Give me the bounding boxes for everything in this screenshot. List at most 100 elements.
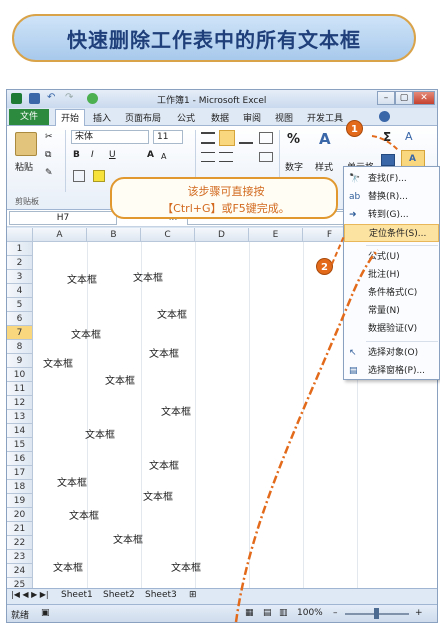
tab-formulas[interactable]: 公式 — [177, 111, 195, 124]
maximize-button[interactable]: ▢ — [395, 91, 413, 105]
number-group-button[interactable]: 数字 — [285, 160, 303, 173]
redo-icon[interactable]: ↷ — [65, 93, 76, 104]
row-header[interactable]: 12 — [7, 396, 33, 410]
menu-item-comments[interactable]: 批注(H) — [344, 266, 439, 284]
text-box[interactable]: 文本框 — [133, 269, 163, 284]
row-header-selected[interactable]: 7 — [7, 326, 33, 340]
menu-item-constants[interactable]: 常量(N) — [344, 302, 439, 320]
refresh-icon[interactable] — [87, 93, 98, 104]
row-header[interactable]: 14 — [7, 424, 33, 438]
tab-review[interactable]: 审阅 — [243, 111, 261, 124]
bold-button[interactable]: B — [73, 150, 80, 160]
text-box[interactable]: 文本框 — [105, 372, 135, 387]
undo-icon[interactable]: ↶ — [47, 93, 58, 104]
view-normal-icon[interactable]: ▦ — [245, 608, 254, 618]
merge-icon[interactable] — [259, 152, 273, 162]
menu-item-data-validation[interactable]: 数据验证(V) — [344, 320, 439, 338]
text-box[interactable]: 文本框 — [143, 488, 173, 503]
sheet-nav-arrows-icon[interactable]: |◀ ◀ ▶ ▶| — [11, 590, 49, 599]
text-box[interactable]: 文本框 — [171, 559, 201, 574]
macro-record-icon[interactable]: ▣ — [41, 608, 50, 618]
text-box[interactable]: 文本框 — [85, 426, 115, 441]
row-header[interactable]: 10 — [7, 368, 33, 382]
text-box[interactable]: 文本框 — [53, 559, 83, 574]
row-header[interactable]: 2 — [7, 256, 33, 270]
column-header-a[interactable]: A — [33, 228, 87, 242]
align-bottom-icon[interactable] — [239, 132, 253, 144]
row-header[interactable]: 22 — [7, 536, 33, 550]
italic-button[interactable]: I — [91, 150, 94, 160]
font-name-select[interactable]: 宋体 — [71, 130, 149, 144]
row-header[interactable]: 11 — [7, 382, 33, 396]
save-icon[interactable] — [29, 93, 40, 104]
text-box[interactable]: 文本框 — [161, 403, 191, 418]
fill-down-icon[interactable] — [381, 154, 395, 166]
align-top-icon[interactable] — [201, 132, 215, 144]
text-box[interactable]: 文本框 — [71, 326, 101, 341]
text-box[interactable]: 文本框 — [149, 457, 179, 472]
wrap-text-icon[interactable] — [259, 132, 273, 144]
column-header-e[interactable]: E — [249, 228, 303, 242]
paste-icon[interactable] — [15, 132, 37, 156]
view-pagebreak-icon[interactable]: ▥ — [279, 608, 288, 618]
align-left-icon[interactable] — [201, 152, 215, 162]
menu-item-formulas[interactable]: 公式(U) — [344, 248, 439, 266]
menu-item-conditional-formatting[interactable]: 条件格式(C) — [344, 284, 439, 302]
row-header[interactable]: 19 — [7, 494, 33, 508]
row-header[interactable]: 4 — [7, 284, 33, 298]
fill-color-icon[interactable] — [93, 170, 105, 182]
menu-item-goto-special[interactable]: 定位条件(S)... — [344, 224, 439, 242]
row-header[interactable]: 1 — [7, 242, 33, 256]
cut-icon[interactable]: ✂ — [45, 132, 53, 142]
select-all-corner[interactable] — [7, 228, 33, 242]
styles-button[interactable]: 样式 — [315, 160, 333, 173]
autosum-icon[interactable]: Σ — [383, 130, 391, 144]
close-button[interactable]: ✕ — [413, 91, 435, 105]
row-header[interactable]: 9 — [7, 354, 33, 368]
text-box[interactable]: 文本框 — [67, 271, 97, 286]
grow-font-button[interactable]: A — [147, 150, 154, 160]
column-header-d[interactable]: D — [195, 228, 249, 242]
text-box[interactable]: 文本框 — [69, 507, 99, 522]
sort-filter-icon[interactable]: A — [405, 130, 413, 143]
row-header[interactable]: 3 — [7, 270, 33, 284]
zoom-level[interactable]: 100% — [297, 608, 323, 618]
tab-file[interactable]: 文件 — [9, 109, 49, 125]
align-middle-icon[interactable] — [219, 130, 235, 146]
underline-button[interactable]: U — [109, 150, 116, 160]
menu-item-goto[interactable]: ➜ 转到(G)... — [344, 206, 439, 224]
paste-button[interactable]: 粘贴 — [15, 160, 33, 173]
row-header[interactable]: 17 — [7, 466, 33, 480]
sheet-tab-2[interactable]: Sheet2 — [103, 590, 135, 600]
row-header[interactable]: 15 — [7, 438, 33, 452]
format-painter-icon[interactable]: ✎ — [45, 168, 53, 178]
row-header[interactable]: 18 — [7, 480, 33, 494]
percent-format-button[interactable]: % — [287, 132, 300, 147]
tab-view[interactable]: 视图 — [275, 111, 293, 124]
text-box[interactable]: 文本框 — [43, 355, 73, 370]
shrink-font-button[interactable]: A — [161, 152, 166, 161]
text-box[interactable]: 文本框 — [149, 345, 179, 360]
copy-icon[interactable]: ⧉ — [45, 150, 51, 160]
row-header[interactable]: 21 — [7, 522, 33, 536]
text-box[interactable]: 文本框 — [113, 531, 143, 546]
styles-icon[interactable]: A — [319, 130, 331, 148]
column-header-c[interactable]: C — [141, 228, 195, 242]
menu-item-replace[interactable]: ab 替换(R)... — [344, 188, 439, 206]
zoom-in-button[interactable]: + — [415, 608, 423, 618]
sheet-tab-3[interactable]: Sheet3 — [145, 590, 177, 600]
tab-data[interactable]: 数据 — [211, 111, 229, 124]
borders-icon[interactable] — [73, 170, 85, 182]
font-size-select[interactable]: 11 — [153, 130, 183, 144]
sheet-tab-1[interactable]: Sheet1 — [61, 590, 93, 600]
tab-home[interactable]: 开始 — [55, 109, 86, 127]
new-sheet-icon[interactable]: ⊞ — [189, 590, 197, 600]
row-header[interactable]: 6 — [7, 312, 33, 326]
text-box[interactable]: 文本框 — [57, 474, 87, 489]
row-header[interactable]: 23 — [7, 550, 33, 564]
minimize-button[interactable]: – — [377, 91, 395, 105]
name-box[interactable]: H7 — [9, 211, 117, 225]
menu-item-selection-pane[interactable]: ▤ 选择窗格(P)... — [344, 362, 439, 380]
zoom-out-button[interactable]: – — [333, 608, 338, 618]
row-header[interactable]: 8 — [7, 340, 33, 354]
